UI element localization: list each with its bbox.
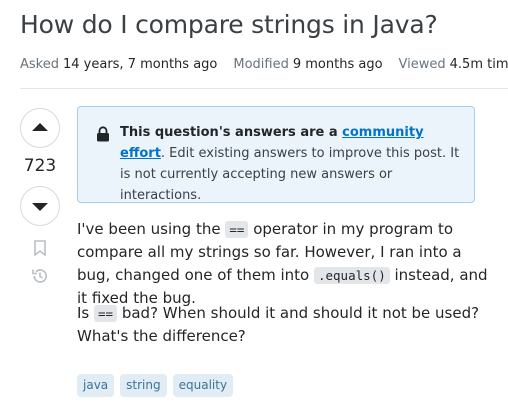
downvote-arrow-icon	[32, 203, 48, 211]
community-effort-notice: This question's answers are a community …	[77, 106, 475, 203]
history-button[interactable]	[31, 267, 49, 285]
tag-java[interactable]: java	[77, 374, 115, 397]
asked-label: Asked	[20, 57, 59, 72]
tag-string[interactable]: string	[120, 374, 167, 397]
upvote-arrow-icon	[32, 123, 48, 131]
viewed-label: Viewed	[398, 57, 446, 72]
question-meta: Asked 14 years, 7 months ago Modified 9 mo…	[20, 57, 508, 72]
tag-equality[interactable]: equality	[172, 374, 234, 397]
question-body-paragraph-1: I've been using the == operator in my pr…	[77, 218, 497, 310]
header-divider	[20, 88, 508, 89]
modified-info: Modified 9 months ago	[233, 57, 382, 72]
question-body-paragraph-2: Is == bad? When should it and should it …	[77, 302, 497, 348]
history-icon	[32, 269, 47, 283]
notice-bold-text: This question's answers are a	[120, 125, 343, 140]
inline-code: ==	[94, 305, 118, 322]
viewed-info: Viewed4.5m times	[399, 57, 508, 72]
modified-label: Modified	[233, 57, 289, 72]
bookmark-icon	[34, 240, 46, 257]
upvote-button[interactable]	[20, 108, 60, 148]
p1-text-a: I've been using the	[77, 220, 226, 238]
bookmark-button[interactable]	[33, 240, 47, 257]
vote-count: 723	[23, 156, 57, 176]
inline-code: .equals()	[313, 267, 390, 284]
notice-rest-text: . Edit existing answers to improve this …	[120, 146, 460, 203]
tag-list: java string equality	[77, 374, 234, 397]
lock-icon	[96, 126, 110, 149]
downvote-button[interactable]	[20, 186, 60, 226]
p2-text-b: bad? When should it and should it not be…	[77, 304, 480, 345]
p2-text-a: Is	[77, 304, 95, 322]
asked-value[interactable]: 14 years, 7 months ago	[63, 57, 217, 72]
viewed-value: 4.5m times	[449, 57, 508, 72]
asked-info: Asked 14 years, 7 months ago	[20, 57, 217, 72]
vote-column: 723	[20, 108, 60, 285]
modified-value[interactable]: 9 months ago	[293, 57, 383, 72]
question-title[interactable]: How do I compare strings in Java?	[20, 10, 438, 39]
inline-code: ==	[225, 221, 249, 238]
